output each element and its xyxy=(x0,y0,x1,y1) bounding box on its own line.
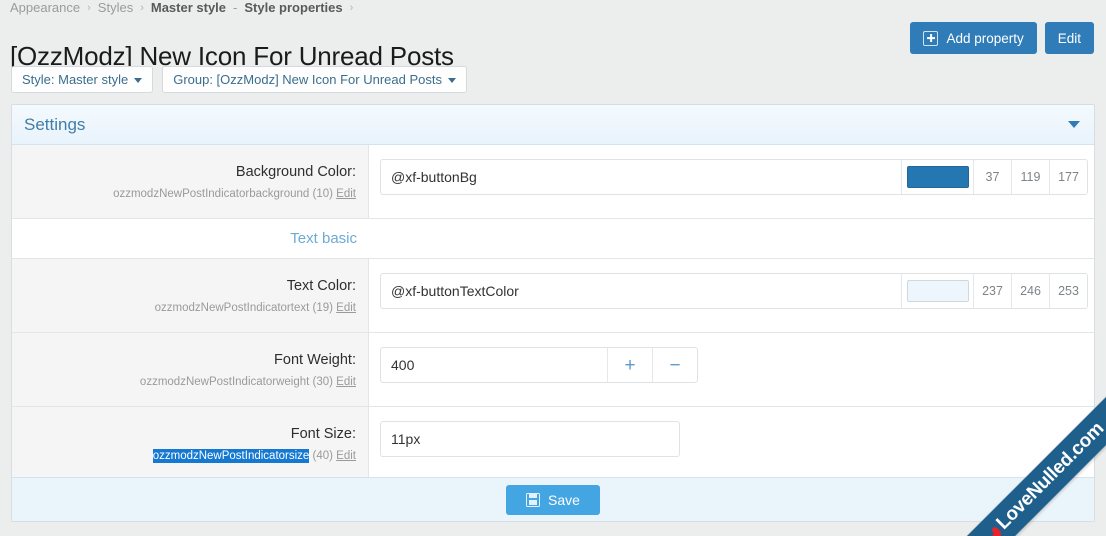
filter-bar: Style: Master style Group: [OzzModz] New… xyxy=(11,66,467,93)
breadcrumb-item-appearance[interactable]: Appearance xyxy=(10,0,80,17)
settings-panel-title: Settings xyxy=(24,114,86,134)
section-spacer xyxy=(369,219,1094,258)
property-variable-name: ozzmodzNewPostIndicatorbackground xyxy=(113,188,310,200)
breadcrumb-separator-icon: › xyxy=(349,2,354,14)
property-control-cell: 237 246 253 xyxy=(369,259,1094,332)
breadcrumb-item-styles[interactable]: Styles xyxy=(98,0,133,17)
background-color-input[interactable] xyxy=(381,160,901,194)
color-swatch-button[interactable] xyxy=(901,274,973,308)
font-weight-stepper: + − xyxy=(380,347,698,383)
settings-panel: Settings Background Color: ozzmodzNewPos… xyxy=(11,104,1095,522)
chevron-down-icon xyxy=(447,77,456,83)
color-swatch-button[interactable] xyxy=(901,160,973,194)
rgb-red-value: 237 xyxy=(973,274,1011,308)
rgb-green-value: 119 xyxy=(1011,160,1049,194)
breadcrumb: Appearance › Styles › Master style - Sty… xyxy=(10,0,353,17)
property-variable-name: ozzmodzNewPostIndicatortext xyxy=(154,302,310,314)
settings-panel-footer: Save xyxy=(12,477,1094,521)
color-swatch xyxy=(906,280,969,302)
property-variable-name: ozzmodzNewPostIndicatorweight xyxy=(139,376,310,388)
property-control-cell: + − xyxy=(369,333,1094,406)
property-control-cell xyxy=(369,407,1094,480)
edit-button[interactable]: Edit xyxy=(1044,22,1094,54)
property-label-cell: Font Weight: ozzmodzNewPostIndicatorweig… xyxy=(12,333,369,406)
group-filter-dropdown[interactable]: Group: [OzzModz] New Icon For Unread Pos… xyxy=(162,66,467,93)
color-swatch xyxy=(906,166,969,188)
page-actions: Add property Edit xyxy=(910,22,1094,54)
property-id: (10) xyxy=(312,188,333,200)
floppy-disk-icon xyxy=(526,492,541,507)
property-edit-link[interactable]: Edit xyxy=(336,376,356,388)
rgb-blue-value: 253 xyxy=(1049,274,1087,308)
rgb-red-value: 37 xyxy=(973,160,1011,194)
property-edit-link[interactable]: Edit xyxy=(336,450,356,462)
rgb-blue-value: 177 xyxy=(1049,160,1087,194)
save-label: Save xyxy=(548,491,580,508)
property-label: Font Weight: xyxy=(274,352,356,368)
property-meta: ozzmodzNewPostIndicatortext (19) Edit xyxy=(22,301,356,316)
property-variable-name: ozzmodzNewPostIndicatorsize xyxy=(152,449,310,463)
property-edit-link[interactable]: Edit xyxy=(336,188,356,200)
property-id: (30) xyxy=(312,376,333,388)
property-control-cell: 37 119 177 xyxy=(369,145,1094,218)
text-color-input[interactable] xyxy=(381,274,901,308)
property-meta: ozzmodzNewPostIndicatorbackground (10) E… xyxy=(22,187,356,202)
breadcrumb-separator-icon: › xyxy=(87,2,91,14)
group-filter-label: Group: [OzzModz] New Icon For Unread Pos… xyxy=(173,72,442,87)
property-label-cell: Text Color: ozzmodzNewPostIndicatortext … xyxy=(12,259,369,332)
breadcrumb-dash: - xyxy=(233,0,238,15)
font-weight-input[interactable] xyxy=(381,348,607,382)
property-label: Font Size: xyxy=(290,426,356,442)
property-label: Text Color: xyxy=(286,278,356,294)
property-label: Background Color: xyxy=(235,164,356,180)
chevron-down-icon xyxy=(134,77,143,83)
breadcrumb-item-style-properties[interactable]: Style properties xyxy=(244,0,342,17)
property-row-font-weight: Font Weight: ozzmodzNewPostIndicatorweig… xyxy=(12,333,1094,407)
property-id: (19) xyxy=(312,302,333,314)
page-root: Appearance › Styles › Master style - Sty… xyxy=(0,0,1106,536)
heart-icon xyxy=(988,530,997,536)
save-button[interactable]: Save xyxy=(506,484,600,515)
breadcrumb-item-master-style[interactable]: Master style xyxy=(151,0,226,17)
property-row-text-color: Text Color: ozzmodzNewPostIndicatortext … xyxy=(12,259,1094,333)
property-meta: ozzmodzNewPostIndicatorweight (30) Edit xyxy=(22,375,356,390)
property-edit-link[interactable]: Edit xyxy=(336,302,356,314)
increment-button[interactable]: + xyxy=(607,348,652,382)
section-label-cell: Text basic xyxy=(12,219,369,258)
font-size-input[interactable] xyxy=(380,421,680,457)
property-id: (40) xyxy=(312,450,333,462)
add-property-label: Add property xyxy=(946,30,1024,46)
color-input-group: 37 119 177 xyxy=(380,159,1088,195)
property-section-text-basic: Text basic xyxy=(12,219,1094,259)
style-filter-label: Style: Master style xyxy=(22,72,129,87)
property-row-font-size: Font Size: ozzmodzNewPostIndicatorsize (… xyxy=(12,407,1094,481)
property-label-cell: Font Size: ozzmodzNewPostIndicatorsize (… xyxy=(12,407,369,480)
plus-square-icon xyxy=(923,30,939,46)
add-property-button[interactable]: Add property xyxy=(910,22,1037,54)
property-row-background-color: Background Color: ozzmodzNewPostIndicato… xyxy=(12,145,1094,219)
property-meta: ozzmodzNewPostIndicatorsize (40) Edit xyxy=(22,449,356,464)
breadcrumb-separator-icon: › xyxy=(140,2,144,14)
triangle-down-icon[interactable] xyxy=(1068,121,1080,128)
settings-panel-header[interactable]: Settings xyxy=(12,105,1094,145)
section-label: Text basic xyxy=(290,230,357,247)
color-input-group: 237 246 253 xyxy=(380,273,1088,309)
property-label-cell: Background Color: ozzmodzNewPostIndicato… xyxy=(12,145,369,218)
rgb-green-value: 246 xyxy=(1011,274,1049,308)
decrement-button[interactable]: − xyxy=(652,348,697,382)
style-filter-dropdown[interactable]: Style: Master style xyxy=(11,66,154,93)
